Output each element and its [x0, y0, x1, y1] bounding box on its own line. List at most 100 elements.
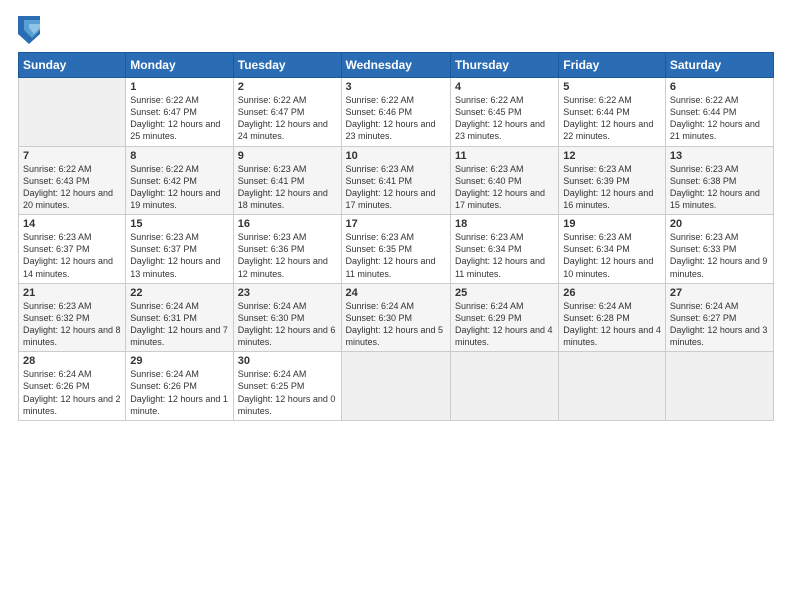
day-number: 7 [23, 150, 121, 162]
day-number: 21 [23, 287, 121, 299]
weekday-header: Friday [559, 53, 666, 78]
calendar-cell: 6Sunrise: 6:22 AMSunset: 6:44 PMDaylight… [665, 78, 773, 147]
day-info: Sunrise: 6:24 AMSunset: 6:31 PMDaylight:… [130, 300, 228, 349]
day-info: Sunrise: 6:24 AMSunset: 6:26 PMDaylight:… [23, 368, 121, 417]
day-info: Sunrise: 6:22 AMSunset: 6:45 PMDaylight:… [455, 94, 554, 143]
weekday-header: Wednesday [341, 53, 450, 78]
calendar-cell: 28Sunrise: 6:24 AMSunset: 6:26 PMDayligh… [19, 352, 126, 421]
day-number: 26 [563, 287, 661, 299]
calendar-table: SundayMondayTuesdayWednesdayThursdayFrid… [18, 52, 774, 421]
day-info: Sunrise: 6:24 AMSunset: 6:26 PMDaylight:… [130, 368, 228, 417]
calendar-cell: 1Sunrise: 6:22 AMSunset: 6:47 PMDaylight… [126, 78, 233, 147]
calendar-header-row: SundayMondayTuesdayWednesdayThursdayFrid… [19, 53, 774, 78]
day-number: 28 [23, 355, 121, 367]
day-info: Sunrise: 6:22 AMSunset: 6:44 PMDaylight:… [563, 94, 661, 143]
calendar-cell: 18Sunrise: 6:23 AMSunset: 6:34 PMDayligh… [450, 215, 558, 284]
calendar-cell [665, 352, 773, 421]
calendar-cell: 19Sunrise: 6:23 AMSunset: 6:34 PMDayligh… [559, 215, 666, 284]
day-info: Sunrise: 6:23 AMSunset: 6:35 PMDaylight:… [346, 231, 446, 280]
day-info: Sunrise: 6:23 AMSunset: 6:37 PMDaylight:… [23, 231, 121, 280]
calendar-cell: 16Sunrise: 6:23 AMSunset: 6:36 PMDayligh… [233, 215, 341, 284]
calendar-cell: 30Sunrise: 6:24 AMSunset: 6:25 PMDayligh… [233, 352, 341, 421]
calendar-cell: 9Sunrise: 6:23 AMSunset: 6:41 PMDaylight… [233, 146, 341, 215]
day-number: 14 [23, 218, 121, 230]
calendar-cell: 23Sunrise: 6:24 AMSunset: 6:30 PMDayligh… [233, 283, 341, 352]
day-info: Sunrise: 6:22 AMSunset: 6:47 PMDaylight:… [130, 94, 228, 143]
calendar-cell: 25Sunrise: 6:24 AMSunset: 6:29 PMDayligh… [450, 283, 558, 352]
day-info: Sunrise: 6:22 AMSunset: 6:47 PMDaylight:… [238, 94, 337, 143]
day-number: 23 [238, 287, 337, 299]
calendar-cell: 21Sunrise: 6:23 AMSunset: 6:32 PMDayligh… [19, 283, 126, 352]
calendar-cell [450, 352, 558, 421]
day-info: Sunrise: 6:24 AMSunset: 6:29 PMDaylight:… [455, 300, 554, 349]
calendar-week-row: 7Sunrise: 6:22 AMSunset: 6:43 PMDaylight… [19, 146, 774, 215]
day-number: 11 [455, 150, 554, 162]
day-info: Sunrise: 6:23 AMSunset: 6:39 PMDaylight:… [563, 163, 661, 212]
calendar-cell [559, 352, 666, 421]
day-number: 1 [130, 81, 228, 93]
day-number: 10 [346, 150, 446, 162]
calendar-cell: 8Sunrise: 6:22 AMSunset: 6:42 PMDaylight… [126, 146, 233, 215]
calendar-cell: 3Sunrise: 6:22 AMSunset: 6:46 PMDaylight… [341, 78, 450, 147]
logo-icon [18, 16, 40, 44]
calendar-cell: 15Sunrise: 6:23 AMSunset: 6:37 PMDayligh… [126, 215, 233, 284]
day-number: 3 [346, 81, 446, 93]
day-info: Sunrise: 6:23 AMSunset: 6:34 PMDaylight:… [563, 231, 661, 280]
day-info: Sunrise: 6:23 AMSunset: 6:33 PMDaylight:… [670, 231, 769, 280]
day-info: Sunrise: 6:23 AMSunset: 6:38 PMDaylight:… [670, 163, 769, 212]
weekday-header: Saturday [665, 53, 773, 78]
day-number: 13 [670, 150, 769, 162]
day-number: 18 [455, 218, 554, 230]
calendar-cell: 26Sunrise: 6:24 AMSunset: 6:28 PMDayligh… [559, 283, 666, 352]
day-number: 5 [563, 81, 661, 93]
calendar-cell: 5Sunrise: 6:22 AMSunset: 6:44 PMDaylight… [559, 78, 666, 147]
calendar-cell: 22Sunrise: 6:24 AMSunset: 6:31 PMDayligh… [126, 283, 233, 352]
calendar-cell [19, 78, 126, 147]
day-number: 4 [455, 81, 554, 93]
day-number: 24 [346, 287, 446, 299]
weekday-header: Tuesday [233, 53, 341, 78]
day-number: 16 [238, 218, 337, 230]
page: SundayMondayTuesdayWednesdayThursdayFrid… [0, 0, 792, 612]
weekday-header: Monday [126, 53, 233, 78]
day-info: Sunrise: 6:24 AMSunset: 6:28 PMDaylight:… [563, 300, 661, 349]
day-number: 25 [455, 287, 554, 299]
calendar-cell: 17Sunrise: 6:23 AMSunset: 6:35 PMDayligh… [341, 215, 450, 284]
calendar-week-row: 14Sunrise: 6:23 AMSunset: 6:37 PMDayligh… [19, 215, 774, 284]
day-info: Sunrise: 6:23 AMSunset: 6:41 PMDaylight:… [346, 163, 446, 212]
calendar-cell: 2Sunrise: 6:22 AMSunset: 6:47 PMDaylight… [233, 78, 341, 147]
weekday-header: Sunday [19, 53, 126, 78]
day-number: 29 [130, 355, 228, 367]
day-info: Sunrise: 6:23 AMSunset: 6:34 PMDaylight:… [455, 231, 554, 280]
calendar-cell: 7Sunrise: 6:22 AMSunset: 6:43 PMDaylight… [19, 146, 126, 215]
day-info: Sunrise: 6:22 AMSunset: 6:44 PMDaylight:… [670, 94, 769, 143]
calendar-cell: 10Sunrise: 6:23 AMSunset: 6:41 PMDayligh… [341, 146, 450, 215]
day-number: 8 [130, 150, 228, 162]
day-number: 19 [563, 218, 661, 230]
calendar-cell: 27Sunrise: 6:24 AMSunset: 6:27 PMDayligh… [665, 283, 773, 352]
day-number: 22 [130, 287, 228, 299]
day-info: Sunrise: 6:22 AMSunset: 6:46 PMDaylight:… [346, 94, 446, 143]
calendar-cell: 24Sunrise: 6:24 AMSunset: 6:30 PMDayligh… [341, 283, 450, 352]
day-number: 2 [238, 81, 337, 93]
day-info: Sunrise: 6:23 AMSunset: 6:37 PMDaylight:… [130, 231, 228, 280]
weekday-header: Thursday [450, 53, 558, 78]
day-info: Sunrise: 6:23 AMSunset: 6:36 PMDaylight:… [238, 231, 337, 280]
calendar-week-row: 21Sunrise: 6:23 AMSunset: 6:32 PMDayligh… [19, 283, 774, 352]
calendar-cell: 12Sunrise: 6:23 AMSunset: 6:39 PMDayligh… [559, 146, 666, 215]
day-info: Sunrise: 6:23 AMSunset: 6:32 PMDaylight:… [23, 300, 121, 349]
calendar-cell: 14Sunrise: 6:23 AMSunset: 6:37 PMDayligh… [19, 215, 126, 284]
day-number: 15 [130, 218, 228, 230]
calendar-cell [341, 352, 450, 421]
day-info: Sunrise: 6:24 AMSunset: 6:30 PMDaylight:… [238, 300, 337, 349]
calendar-cell: 29Sunrise: 6:24 AMSunset: 6:26 PMDayligh… [126, 352, 233, 421]
day-number: 12 [563, 150, 661, 162]
day-info: Sunrise: 6:22 AMSunset: 6:43 PMDaylight:… [23, 163, 121, 212]
day-number: 9 [238, 150, 337, 162]
day-info: Sunrise: 6:23 AMSunset: 6:40 PMDaylight:… [455, 163, 554, 212]
calendar-cell: 20Sunrise: 6:23 AMSunset: 6:33 PMDayligh… [665, 215, 773, 284]
day-info: Sunrise: 6:22 AMSunset: 6:42 PMDaylight:… [130, 163, 228, 212]
calendar-cell: 13Sunrise: 6:23 AMSunset: 6:38 PMDayligh… [665, 146, 773, 215]
day-info: Sunrise: 6:24 AMSunset: 6:27 PMDaylight:… [670, 300, 769, 349]
day-number: 30 [238, 355, 337, 367]
